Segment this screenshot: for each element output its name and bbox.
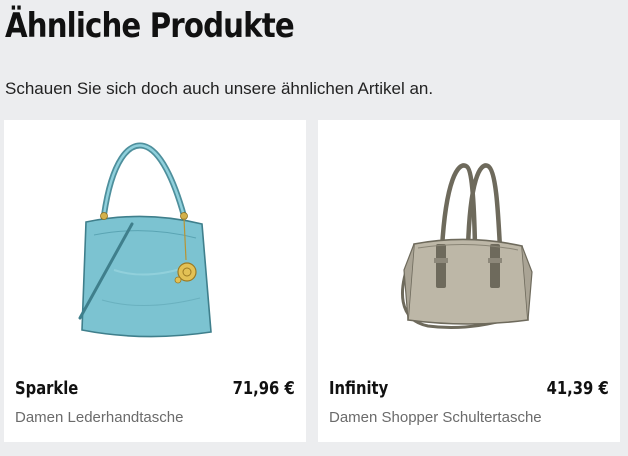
product-price: 71,96 € [232,378,295,399]
product-card-infinity[interactable]: Infinity 41,39 € Damen Shopper Schultert… [318,120,620,442]
product-name[interactable]: Sparkle [15,378,78,399]
product-image-sparkle[interactable] [4,120,306,356]
section-title: Ähnliche Produkte [5,6,295,46]
product-description: Damen Lederhandtasche [15,409,184,426]
product-card-sparkle[interactable]: Sparkle 71,96 € Damen Lederhandtasche [4,120,306,442]
product-description: Damen Shopper Schultertasche [329,409,542,426]
product-image-infinity[interactable] [318,120,620,356]
product-name[interactable]: Infinity [329,378,388,399]
section-subtitle: Schauen Sie sich doch auch unsere ähnlic… [5,79,434,98]
product-price: 41,39 € [546,378,609,399]
